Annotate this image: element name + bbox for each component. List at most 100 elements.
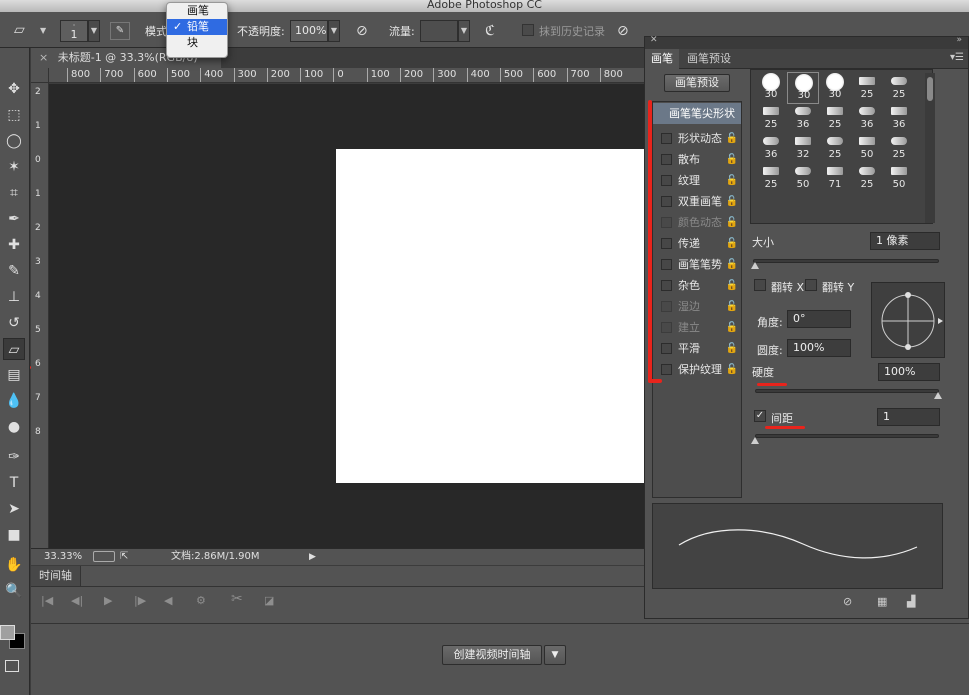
lock-icon[interactable]: 🔓 (726, 128, 738, 149)
lock-icon[interactable]: 🔓 (726, 338, 738, 359)
close-tab-icon[interactable]: × (39, 51, 48, 64)
create-new-brush-icon[interactable]: ▟ (907, 595, 915, 608)
healing-brush-tool-icon[interactable]: ✚ (3, 234, 25, 256)
split-scissors-icon[interactable]: ✂ (231, 591, 243, 607)
mode-menu-item-brush[interactable]: 画笔 (167, 3, 227, 19)
status-menu-arrow-icon[interactable]: ▶ (309, 549, 316, 565)
lasso-tool-icon[interactable]: ◯ (3, 130, 25, 152)
ruler-origin[interactable] (31, 68, 49, 83)
brush-option-item[interactable]: 平滑 🔓 (653, 338, 741, 359)
brush-option-item[interactable]: 建立 🔓 (653, 317, 741, 338)
crop-tool-icon[interactable]: ⌗ (3, 182, 25, 204)
gradient-tool-icon[interactable]: ▤ (3, 364, 25, 386)
brush-tip-cell[interactable]: 71 (819, 162, 851, 194)
hardness-slider[interactable] (755, 389, 939, 393)
brush-option-checkbox[interactable] (661, 280, 672, 291)
eraser-tool-preset-icon[interactable]: ▱ (14, 22, 40, 40)
brush-option-checkbox[interactable] (661, 133, 672, 144)
tab-brush[interactable]: 画笔 (645, 49, 679, 69)
brush-option-item[interactable]: 画笔笔尖形状 (653, 103, 741, 124)
flow-input[interactable] (420, 20, 458, 42)
brush-tip-cell[interactable]: 30 (819, 72, 851, 104)
go-to-first-frame-icon[interactable]: |◀ (41, 594, 53, 607)
size-slider[interactable] (753, 259, 939, 263)
panel-header[interactable]: ✕ » (645, 35, 968, 49)
angle-roundness-widget[interactable] (871, 282, 945, 358)
spacing-checkbox[interactable]: ✓ (754, 410, 766, 422)
flip-x-checkbox[interactable] (754, 279, 766, 291)
clone-stamp-tool-icon[interactable]: ⊥ (3, 286, 25, 308)
brush-option-item[interactable]: 湿边 🔓 (653, 296, 741, 317)
angle-input[interactable]: 0° (787, 310, 851, 328)
lock-icon[interactable]: 🔓 (726, 275, 738, 296)
brush-tip-cell[interactable]: 25 (883, 132, 915, 164)
next-frame-icon[interactable]: |▶ (134, 594, 146, 607)
play-icon[interactable]: ▶ (104, 594, 112, 607)
brush-tip-cell[interactable]: 36 (851, 102, 883, 134)
magic-wand-tool-icon[interactable]: ✶ (3, 156, 25, 178)
brush-option-checkbox[interactable] (661, 154, 672, 165)
type-tool-icon[interactable]: T (3, 472, 25, 494)
brush-presets-button[interactable]: 画笔预设 (664, 74, 730, 92)
airbrush-icon[interactable]: ℭ (485, 23, 495, 39)
brush-option-item[interactable]: 画笔笔势 🔓 (653, 254, 741, 275)
brush-option-item[interactable]: 杂色 🔓 (653, 275, 741, 296)
lock-icon[interactable]: 🔓 (726, 191, 738, 212)
brush-size-caret-icon[interactable]: ▼ (88, 20, 100, 42)
brush-option-checkbox[interactable] (661, 322, 672, 333)
brush-option-item[interactable]: 散布 🔓 (653, 149, 741, 170)
flow-caret-icon[interactable]: ▼ (458, 20, 470, 42)
brush-option-checkbox[interactable] (661, 259, 672, 270)
tab-brush-presets[interactable]: 画笔预设 (681, 49, 737, 69)
spacing-slider-thumb[interactable] (751, 437, 759, 444)
brush-tip-cell[interactable]: 25 (819, 132, 851, 164)
lock-icon[interactable]: 🔓 (726, 254, 738, 275)
pressure-opacity-icon[interactable]: ⊘ (356, 23, 368, 39)
brush-option-item[interactable]: 传递 🔓 (653, 233, 741, 254)
brush-tip-cell[interactable]: 50 (883, 162, 915, 194)
settings-gear-icon[interactable]: ⚙ (196, 594, 206, 607)
eyedropper-tool-icon[interactable]: ✒ (3, 208, 25, 230)
brush-tip-cell[interactable]: 25 (819, 102, 851, 134)
foreground-color-swatch[interactable] (0, 625, 15, 640)
brush-tip-scroll-thumb[interactable] (927, 77, 933, 101)
brush-option-checkbox[interactable] (661, 196, 672, 207)
size-slider-thumb[interactable] (751, 262, 759, 269)
brush-option-checkbox[interactable] (661, 217, 672, 228)
spacing-input[interactable]: 1 (877, 408, 940, 426)
lock-icon[interactable]: 🔓 (726, 296, 738, 317)
lock-icon[interactable]: 🔓 (726, 170, 738, 191)
create-timeline-caret-icon[interactable]: ▼ (544, 645, 566, 665)
brush-tip-cell[interactable]: 32 (787, 132, 819, 164)
pen-tool-icon[interactable]: ✑ (3, 446, 25, 468)
brush-option-item[interactable]: 颜色动态 🔓 (653, 212, 741, 233)
brush-size-picker[interactable]: · 1 (60, 20, 88, 42)
marquee-tool-icon[interactable]: ⬚ (3, 104, 25, 126)
horizontal-ruler[interactable]: 800 700 600 500 400 300 200 100 0 100 200 300 400 500… (49, 68, 644, 83)
brush-tip-cell[interactable]: 30 (755, 72, 787, 104)
audio-icon[interactable]: ◀ (164, 594, 172, 607)
open-preset-manager-icon[interactable]: ▦ (877, 595, 887, 608)
brush-tip-cell[interactable]: 50 (787, 162, 819, 194)
brush-tip-cell[interactable]: 36 (755, 132, 787, 164)
timeline-tab[interactable]: 时间轴 (31, 566, 81, 586)
rectangle-tool-icon[interactable]: ■ (3, 524, 25, 546)
toggle-hard-proof-icon[interactable]: ⊘ (843, 595, 852, 608)
brush-tip-cell[interactable]: 30 (787, 72, 819, 104)
spacing-slider[interactable] (755, 434, 939, 438)
opacity-input[interactable]: 100% (290, 20, 328, 42)
brush-option-item[interactable]: 保护纹理 🔓 (653, 359, 741, 380)
brush-tool-icon[interactable]: ✎ (3, 260, 25, 282)
brush-option-item[interactable]: 形状动态 🔓 (653, 128, 741, 149)
tool-preset-caret-icon[interactable]: ▼ (40, 26, 46, 35)
move-tool-icon[interactable]: ✥ (3, 78, 25, 100)
create-video-timeline-button[interactable]: 创建视频时间轴 (442, 645, 542, 665)
brush-option-checkbox[interactable] (661, 301, 672, 312)
mode-menu-item-pencil[interactable]: 铅笔 (167, 19, 227, 35)
close-panel-icon[interactable]: ✕ (650, 35, 658, 45)
status-icon[interactable] (93, 551, 115, 562)
brush-tip-cell[interactable]: 25 (851, 72, 883, 104)
zoom-tool-icon[interactable]: 🔍 (3, 580, 25, 602)
share-icon[interactable]: ⇱ (120, 549, 128, 565)
brush-tip-cell[interactable]: 25 (883, 72, 915, 104)
